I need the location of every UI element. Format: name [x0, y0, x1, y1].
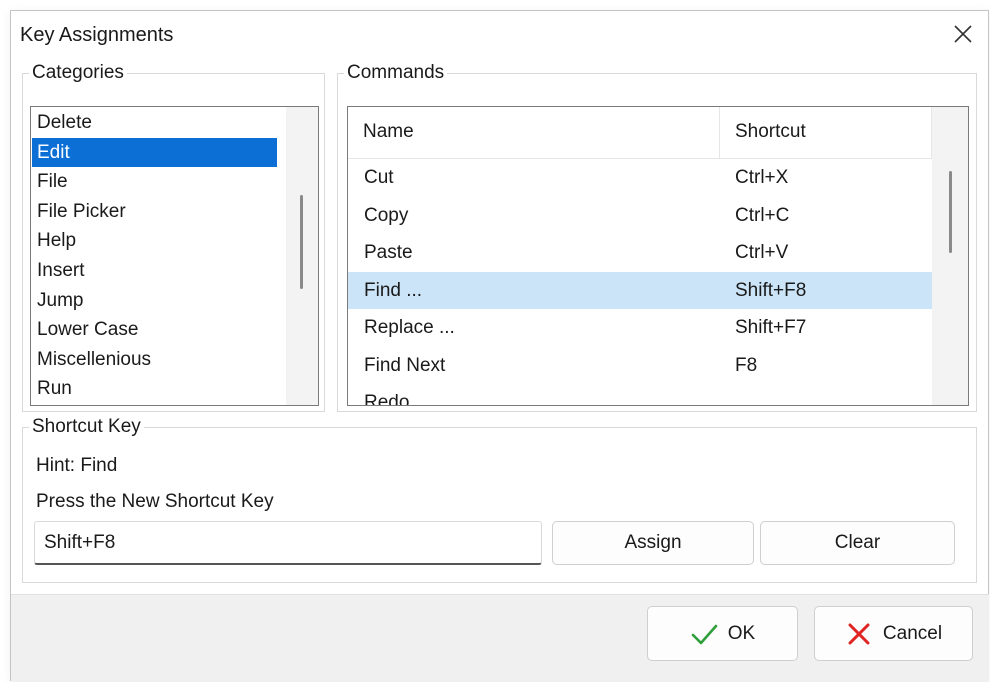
command-name: Paste: [364, 242, 413, 263]
command-name: Copy: [364, 204, 409, 226]
command-shortcut: F8: [735, 354, 758, 376]
command-shortcut: Ctrl+X: [735, 167, 789, 188]
assign-button[interactable]: Assign: [552, 521, 754, 565]
column-header-name[interactable]: Name: [348, 107, 720, 159]
shortcut-key-label: Shortcut Key: [32, 416, 141, 437]
assign-button-label: Assign: [624, 532, 682, 553]
shortcut-key-input[interactable]: [34, 521, 542, 565]
category-item[interactable]: Edit: [32, 137, 277, 168]
command-shortcut: Shift+F7: [735, 317, 807, 338]
category-item[interactable]: Miscellenious: [32, 345, 277, 375]
categories-list[interactable]: Delete Edit File File Picker Help Insert Jump L…: [30, 106, 319, 406]
dialog-title: Key Assignments: [20, 24, 174, 46]
command-row[interactable]: Paste Ctrl+V: [348, 234, 932, 272]
command-shortcut: Ctrl+C: [735, 204, 790, 226]
category-item[interactable]: File Picker: [32, 197, 277, 227]
commands-label: Commands: [347, 62, 445, 83]
category-item[interactable]: Jump: [32, 286, 277, 316]
category-item[interactable]: Delete: [32, 108, 277, 138]
command-shortcut: Ctrl+V: [735, 242, 789, 263]
cancel-button[interactable]: Cancel: [814, 606, 973, 661]
command-name: Cut: [364, 167, 394, 188]
commands-rows: Cut Ctrl+X Copy Ctrl+C Paste Ctrl+V Find ... Sh…: [348, 159, 932, 406]
category-item[interactable]: Lower Case: [32, 315, 277, 345]
command-row[interactable]: Redo: [348, 384, 932, 406]
command-row[interactable]: Copy Ctrl+C: [348, 197, 932, 235]
command-row[interactable]: Cut Ctrl+X: [348, 159, 932, 197]
categories-label: Categories: [32, 62, 124, 83]
commands-scrollbar[interactable]: [932, 107, 968, 405]
command-name: Find Next: [364, 354, 446, 376]
commands-scroll-thumb[interactable]: [949, 171, 952, 253]
clear-button[interactable]: Clear: [760, 521, 955, 565]
title-bar: Key Assignments: [11, 11, 988, 61]
ok-button[interactable]: OK: [647, 606, 798, 661]
categories-scroll-thumb[interactable]: [300, 195, 303, 289]
command-row[interactable]: Replace ... Shift+F7: [348, 309, 932, 347]
category-item[interactable]: Run: [32, 374, 277, 404]
category-item[interactable]: Help: [32, 226, 277, 256]
command-name: Find ...: [364, 279, 423, 301]
hint-text: Hint: Find: [36, 455, 118, 476]
command-name: Redo: [364, 392, 410, 406]
category-item[interactable]: File: [32, 167, 277, 197]
command-row[interactable]: Find Next F8: [348, 347, 932, 385]
column-header-shortcut[interactable]: Shortcut: [720, 107, 932, 159]
commands-table[interactable]: Name Shortcut Cut Ctrl+X Copy Ctrl+C Paste Ct…: [347, 106, 969, 406]
close-button[interactable]: [938, 11, 988, 57]
commands-header: Name Shortcut: [348, 107, 932, 159]
command-name: Replace ...: [364, 317, 455, 338]
command-row[interactable]: Find ... Shift+F8: [348, 271, 932, 309]
checkmark-icon: [691, 624, 718, 644]
category-item[interactable]: Insert: [32, 256, 277, 286]
command-shortcut: Shift+F8: [735, 279, 807, 301]
ok-button-label: OK: [727, 622, 756, 644]
press-key-prompt: Press the New Shortcut Key: [36, 491, 274, 512]
close-icon: [954, 25, 972, 43]
categories-scrollbar[interactable]: [286, 107, 318, 405]
x-mark-icon: [848, 623, 870, 644]
clear-button-label: Clear: [834, 532, 881, 553]
categories-items: Delete Edit File File Picker Help Insert Jump L…: [32, 108, 277, 404]
cancel-button-label: Cancel: [882, 622, 943, 644]
